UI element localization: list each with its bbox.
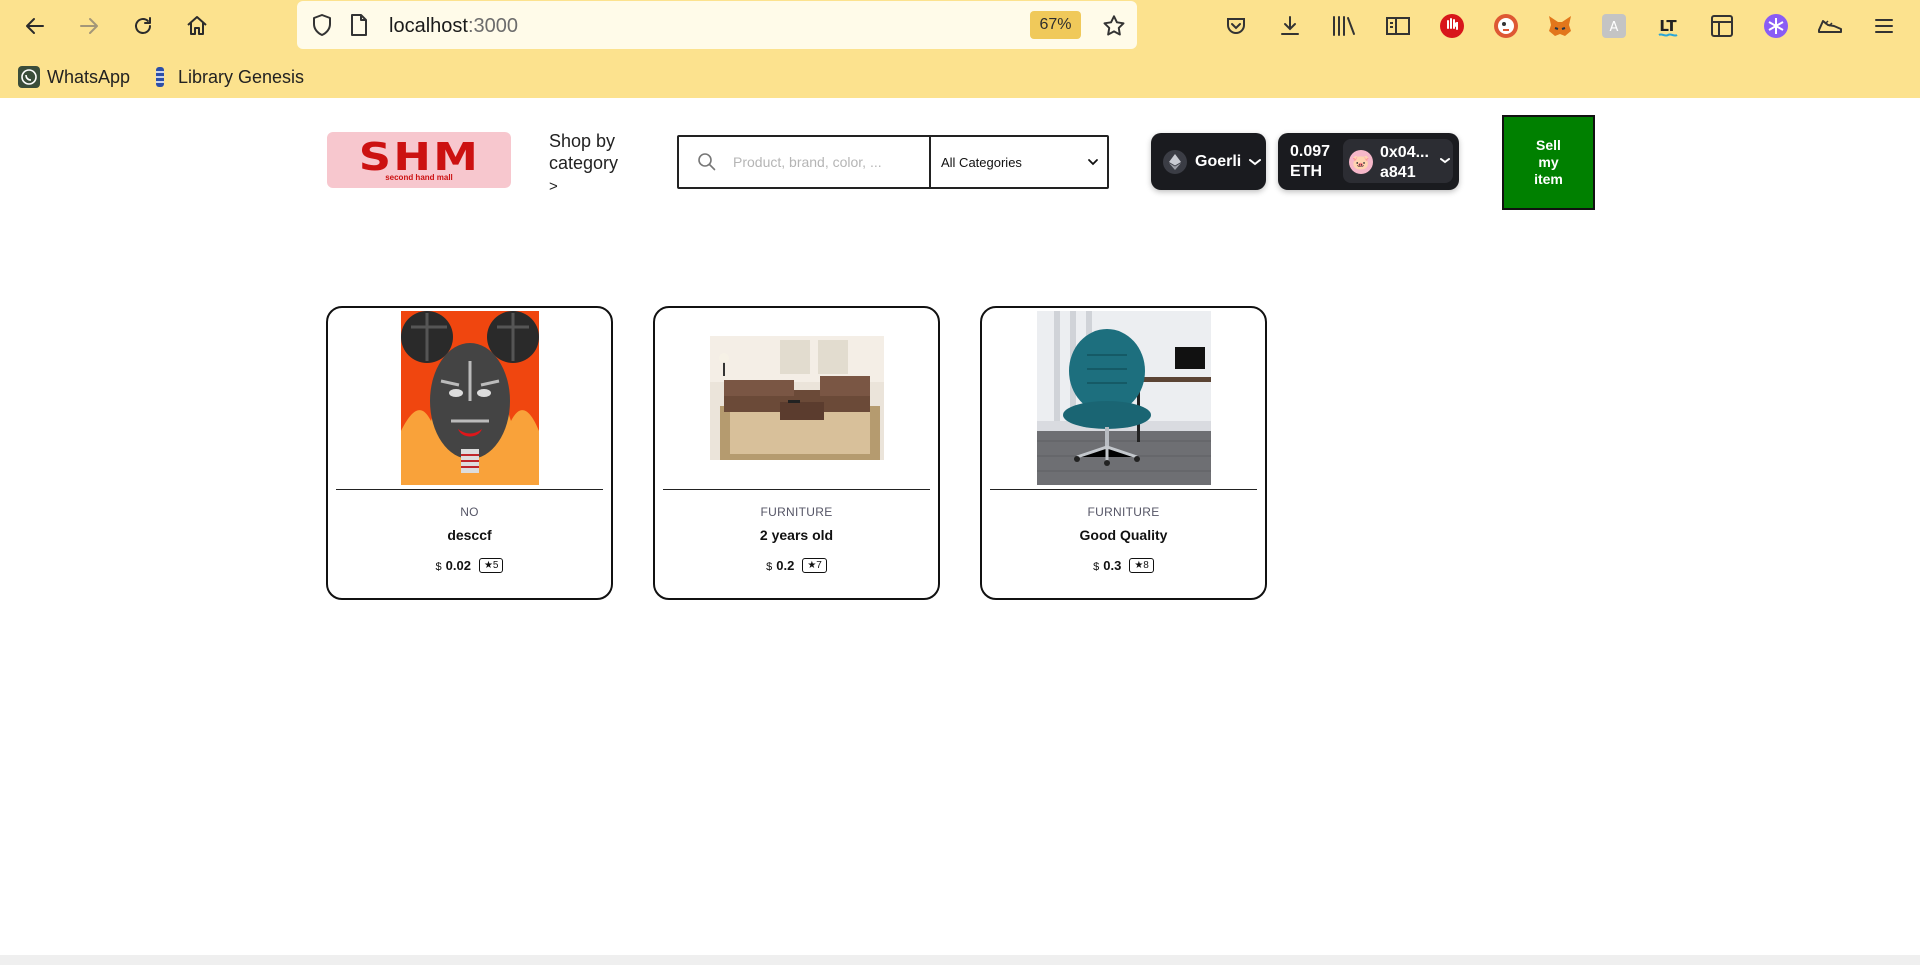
product-price: $0.02 (435, 558, 471, 573)
search-input[interactable] (733, 149, 913, 175)
arrow-left-icon (26, 18, 44, 34)
chevron-down-icon (1088, 159, 1098, 166)
page-info-icon[interactable] (349, 13, 369, 37)
account-address: 0x04... a841 (1380, 143, 1429, 183)
logo-text: SHM (358, 134, 480, 179)
menu-icon[interactable] (1869, 11, 1899, 41)
avatar: 🐷 (1349, 150, 1373, 174)
sidebar-icon[interactable] (1383, 11, 1413, 41)
price-row: $0.3 ★8 (982, 558, 1265, 573)
bookmark-label: Library Genesis (178, 66, 305, 87)
shop-by-category-label: Shop by category (549, 131, 619, 173)
wallet-account-button[interactable]: 0.097 ETH 🐷 0x04... a841 (1278, 133, 1459, 190)
card-divider (663, 489, 930, 490)
chevron-down-icon (1249, 158, 1262, 165)
shoe-extension-icon[interactable] (1815, 11, 1845, 41)
bookmark-star-icon[interactable] (1101, 13, 1127, 39)
url-bar[interactable]: localhost:3000 67% (297, 1, 1137, 49)
network-name: Goerli (1195, 152, 1242, 170)
shop-by-category-link[interactable]: Shop by category > (549, 130, 629, 198)
product-title[interactable]: desccf (328, 527, 611, 543)
svg-text:A: A (1610, 20, 1619, 35)
product-price: $0.2 (766, 558, 795, 573)
arrow-right-icon (80, 18, 98, 34)
product-price: $0.3 (1093, 558, 1122, 573)
price-row: $0.2 ★7 (655, 558, 938, 573)
product-image[interactable] (655, 311, 938, 485)
languagetool-extension-icon[interactable]: LT (1653, 11, 1683, 41)
product-card[interactable]: FURNITURE 2 years old $0.2 ★7 (653, 306, 940, 600)
bookmark-library-genesis[interactable]: Library Genesis (149, 63, 304, 91)
product-card[interactable]: NO desccf $0.02 ★5 (326, 306, 613, 600)
account-address-pill[interactable]: 🐷 0x04... a841 (1343, 139, 1453, 183)
bookmark-label: WhatsApp (47, 66, 131, 87)
product-rating-badge: ★8 (1129, 558, 1154, 573)
ethereum-icon (1163, 149, 1187, 174)
metamask-extension-icon[interactable] (1545, 11, 1575, 41)
category-select-value: All Categories (941, 154, 1022, 170)
horizontal-scrollbar[interactable] (0, 955, 1920, 965)
pocket-icon[interactable] (1221, 11, 1251, 41)
product-category: FURNITURE (1087, 505, 1160, 519)
home-icon (187, 16, 207, 35)
downloads-icon[interactable] (1275, 11, 1305, 41)
search-bar: All Categories (677, 135, 1109, 189)
product-title[interactable]: 2 years old (655, 527, 938, 543)
ublock-extension-icon[interactable] (1437, 11, 1467, 41)
balance-unit: ETH (1290, 163, 1322, 180)
reload-button[interactable] (126, 9, 160, 43)
wallet-balance: 0.097 ETH (1290, 142, 1330, 182)
product-category: NO (460, 505, 479, 519)
product-title[interactable]: Good Quality (982, 527, 1265, 543)
card-divider (990, 489, 1257, 490)
back-button[interactable] (18, 9, 52, 43)
price-row: $0.02 ★5 (328, 558, 611, 573)
product-rating-badge: ★7 (802, 558, 827, 573)
product-image[interactable] (328, 311, 611, 485)
url-text[interactable]: localhost:3000 (389, 15, 518, 38)
reload-icon (135, 17, 151, 34)
product-image[interactable] (982, 311, 1265, 485)
sell-my-item-button[interactable]: Sell my item (1502, 115, 1595, 210)
card-divider (336, 489, 603, 490)
library-genesis-icon (149, 66, 171, 88)
search-icon[interactable] (697, 152, 717, 172)
category-select[interactable]: All Categories (937, 137, 1107, 187)
search-divider (929, 137, 931, 187)
reader-extension-icon[interactable] (1707, 11, 1737, 41)
product-card[interactable]: FURNITURE Good Quality $0.3 ★8 (980, 306, 1267, 600)
browser-toolbar: localhost:3000 67% A LT (0, 0, 1920, 52)
network-switch-button[interactable]: Goerli (1151, 133, 1266, 190)
page-content: SHM second hand mall Shop by category > … (0, 98, 1920, 955)
library-icon[interactable] (1329, 11, 1359, 41)
home-button[interactable] (180, 9, 214, 43)
site-logo[interactable]: SHM second hand mall (327, 132, 511, 188)
address-line-1: 0x04... (1380, 144, 1429, 161)
shield-icon[interactable] (311, 13, 333, 37)
svg-text:LT: LT (1659, 17, 1677, 35)
translate-extension-icon[interactable]: A (1599, 11, 1629, 41)
product-rating-badge: ★5 (478, 558, 504, 573)
zoom-level-badge[interactable]: 67% (1030, 11, 1081, 39)
bookmarks-bar: WhatsApp Library Genesis (0, 60, 1920, 94)
duckduckgo-extension-icon[interactable] (1491, 11, 1521, 41)
forward-button[interactable] (72, 9, 106, 43)
whatsapp-icon (18, 66, 40, 88)
snowflake-extension-icon[interactable] (1761, 11, 1791, 41)
browser-chrome: localhost:3000 67% A LT WhatsApp Library… (0, 0, 1920, 98)
balance-amount: 0.097 (1290, 143, 1331, 160)
chevron-right-icon: > (549, 178, 558, 195)
chevron-down-icon (1440, 158, 1450, 164)
bookmark-whatsapp[interactable]: WhatsApp (18, 63, 130, 91)
product-category: FURNITURE (760, 505, 833, 519)
address-line-2: a841 (1380, 164, 1416, 181)
